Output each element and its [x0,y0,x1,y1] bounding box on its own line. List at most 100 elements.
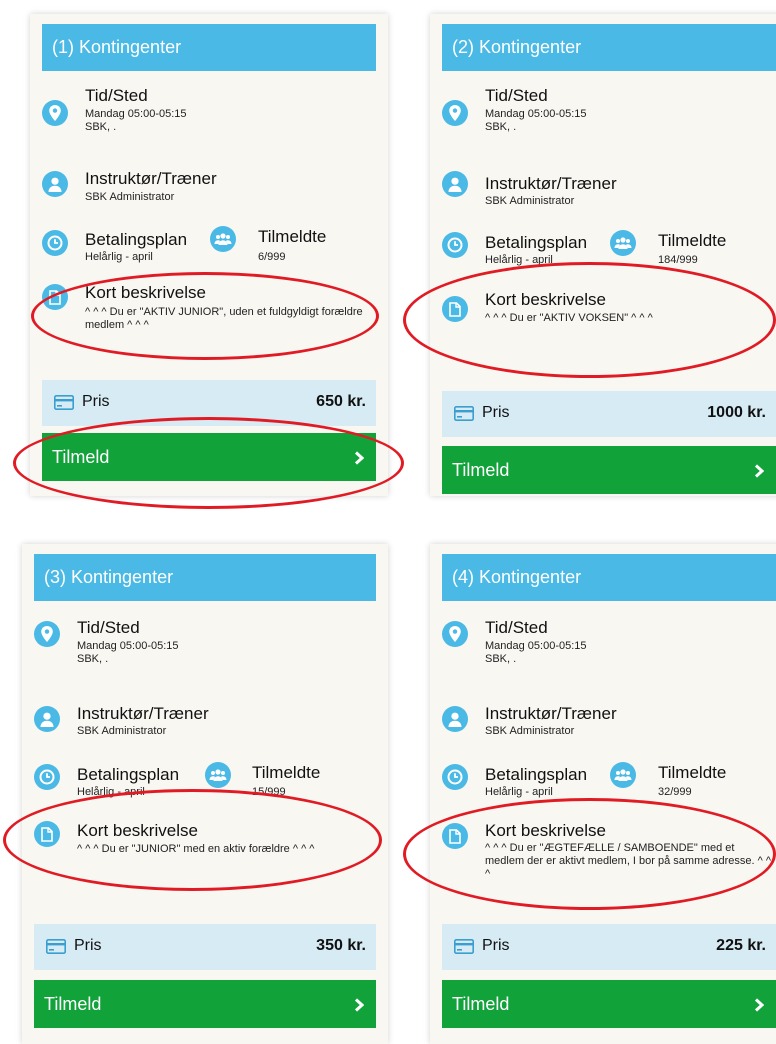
instructor-label: Instruktør/Træner [485,704,617,723]
chevron-right-icon [754,996,765,1017]
group-icon [610,762,636,788]
location-pin-icon [42,100,68,126]
description-label: Kort beskrivelse [485,290,606,309]
document-icon [42,284,68,310]
enrolled-label: Tilmeldte [658,231,727,250]
clock-icon [442,764,468,790]
signup-button[interactable]: Tilmeld [442,446,776,494]
price-label: Pris [74,937,102,954]
clock-icon [442,232,468,258]
location-pin-icon [34,621,60,647]
card-title: (3) Kontingenter [34,554,376,601]
description-value: ^ ^ ^ Du er "AKTIV JUNIOR", uden et fuld… [85,306,363,331]
price-label: Pris [482,404,510,421]
payment-plan-label: Betalingsplan [485,233,588,252]
enrolled-value: 184/999 [658,254,698,266]
group-icon [205,762,231,788]
person-icon [34,706,60,732]
location-pin-icon [442,100,468,126]
credit-card-icon [454,939,474,959]
credit-card-icon [54,395,74,415]
time-place-label: Tid/Sted [485,86,548,105]
description-value: ^ ^ ^ Du er "AKTIV VOKSEN" ^ ^ ^ [485,312,653,324]
price-bar: Pris 1000 kr. [442,391,776,437]
place-value: SBK, . [485,653,517,665]
enrolled-label: Tilmeldte [658,763,727,782]
document-icon [442,823,468,849]
enrolled-value: 15/999 [252,786,286,798]
document-icon [34,821,60,847]
place-value: SBK, . [485,121,517,133]
clock-icon [34,764,60,790]
instructor-label: Instruktør/Træner [85,169,217,188]
enrolled-label: Tilmeldte [252,763,321,782]
description-label: Kort beskrivelse [85,283,206,302]
group-icon [210,226,236,252]
instructor-value: SBK Administrator [85,191,175,203]
price-value: 650 kr. [316,393,366,410]
membership-card-4: (4) Kontingenter Tid/Sted Mandag 05:00-0… [430,544,776,1044]
time-place-label: Tid/Sted [77,618,140,637]
card-title: (1) Kontingenter [42,24,376,71]
price-label: Pris [482,937,510,954]
price-value: 350 kr. [316,937,366,954]
chevron-right-icon [354,449,365,470]
signup-label: Tilmeld [52,447,110,467]
description-value: ^ ^ ^ Du er "JUNIOR" med en aktiv foræld… [77,843,315,855]
chevron-right-icon [354,996,365,1017]
credit-card-icon [454,406,474,426]
description-label: Kort beskrivelse [485,821,606,840]
payment-plan-label: Betalingsplan [85,230,188,249]
price-bar: Pris 350 kr. [34,924,376,970]
instructor-value: SBK Administrator [485,195,575,207]
signup-label: Tilmeld [44,994,102,1014]
card-title: (4) Kontingenter [442,554,776,601]
price-value: 225 kr. [716,937,766,954]
payment-plan-value: Helårlig - april [77,786,145,798]
payment-plan-label: Betalingsplan [485,765,588,784]
time-value: Mandag 05:00-05:15 [85,108,187,120]
instructor-label: Instruktør/Træner [77,704,209,723]
payment-plan-label: Betalingsplan [77,765,180,784]
description-value: ^ ^ ^ Du er "ÆGTEFÆLLE / SAMBOENDE" med … [485,842,772,880]
instructor-value: SBK Administrator [77,725,167,737]
person-icon [442,706,468,732]
time-value: Mandag 05:00-05:15 [485,108,587,120]
membership-card-2: (2) Kontingenter Tid/Sted Mandag 05:00-0… [430,14,776,496]
signup-button[interactable]: Tilmeld [34,980,376,1028]
enrolled-value: 6/999 [258,251,286,263]
credit-card-icon [46,939,66,959]
card-title: (2) Kontingenter [442,24,776,71]
instructor-label: Instruktør/Træner [485,174,617,193]
location-pin-icon [442,621,468,647]
price-value: 1000 kr. [707,404,766,421]
payment-plan-value: Helårlig - april [85,251,153,263]
payment-plan-value: Helårlig - april [485,786,553,798]
chevron-right-icon [754,462,765,483]
time-place-label: Tid/Sted [485,618,548,637]
signup-button[interactable]: Tilmeld [42,433,376,481]
membership-card-3: (3) Kontingenter Tid/Sted Mandag 05:00-0… [22,544,388,1044]
place-value: SBK, . [77,653,109,665]
description-label: Kort beskrivelse [77,821,198,840]
price-label: Pris [82,393,110,410]
place-value: SBK, . [85,121,117,133]
document-icon [442,296,468,322]
enrolled-label: Tilmeldte [258,227,327,246]
instructor-value: SBK Administrator [485,725,575,737]
time-place-label: Tid/Sted [85,86,148,105]
signup-button[interactable]: Tilmeld [442,980,776,1028]
signup-label: Tilmeld [452,460,510,480]
signup-label: Tilmeld [452,994,510,1014]
group-icon [610,230,636,256]
time-value: Mandag 05:00-05:15 [485,640,587,652]
price-bar: Pris 650 kr. [42,380,376,426]
person-icon [442,171,468,197]
time-value: Mandag 05:00-05:15 [77,640,179,652]
payment-plan-value: Helårlig - april [485,254,553,266]
clock-icon [42,230,68,256]
person-icon [42,171,68,197]
membership-card-1: (1) Kontingenter Tid/Sted Mandag 05:00-0… [30,14,388,496]
price-bar: Pris 225 kr. [442,924,776,970]
enrolled-value: 32/999 [658,786,692,798]
